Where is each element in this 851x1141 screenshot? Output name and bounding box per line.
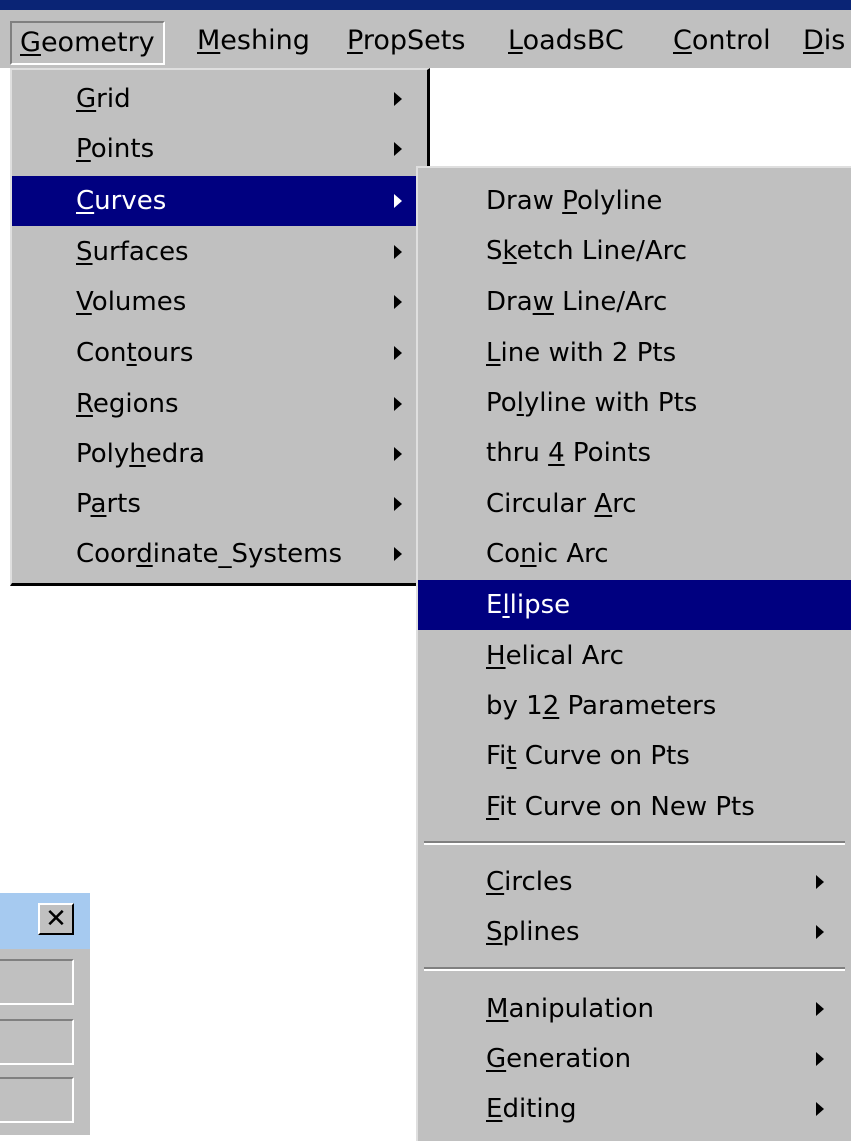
menu-item-points[interactable]: Points	[12, 124, 427, 174]
menu-loadsbc[interactable]: LoadsBC	[508, 21, 624, 61]
menu-item-draw-line-arc[interactable]: Draw Line/Arc	[418, 277, 851, 327]
menu-item-fit-curve-on-new-pts[interactable]: Fit Curve on New Pts	[418, 782, 851, 832]
menu-item-splines[interactable]: Splines	[418, 907, 851, 957]
submenu-arrow-icon	[816, 1102, 824, 1116]
menu-item-conic-arc[interactable]: Conic Arc	[418, 529, 851, 579]
window-title-bar	[0, 0, 851, 10]
menu-item-polyline-with-pts[interactable]: Polyline with Pts	[418, 378, 851, 428]
menu-separator	[424, 967, 845, 971]
menu-item-contours[interactable]: Contours	[12, 328, 427, 378]
menu-separator	[424, 841, 845, 845]
submenu-arrow-icon	[394, 245, 402, 259]
close-icon[interactable]: ✕	[38, 903, 74, 935]
menu-item-thru-4-points[interactable]: thru 4 Points	[418, 428, 851, 478]
menu-item-surfaces[interactable]: Surfaces	[12, 227, 427, 277]
dialog-title-bar: ✕	[0, 893, 90, 949]
dialog-field[interactable]	[0, 1019, 74, 1065]
menu-item-curves[interactable]: Curves	[12, 176, 427, 226]
menu-item-circles[interactable]: Circles	[418, 857, 851, 907]
menu-item-sketch-line-arc[interactable]: Sketch Line/Arc	[418, 226, 851, 276]
curves-submenu: Draw Polyline Sketch Line/Arc Draw Line/…	[416, 166, 851, 1141]
menu-item-line-with-2-pts[interactable]: Line with 2 Pts	[418, 328, 851, 378]
menu-item-draw-polyline[interactable]: Draw Polyline	[418, 176, 851, 226]
submenu-arrow-icon	[394, 92, 402, 106]
menu-item-manipulation[interactable]: Manipulation	[418, 984, 851, 1034]
menu-item-fit-curve-on-pts[interactable]: Fit Curve on Pts	[418, 731, 851, 781]
menu-bar: Geometry Meshing PropSets LoadsBC Contro…	[0, 10, 851, 70]
submenu-arrow-icon	[394, 295, 402, 309]
menu-item-polyhedra[interactable]: Polyhedra	[12, 429, 427, 479]
menu-control[interactable]: Control	[673, 21, 771, 61]
dialog-field[interactable]	[0, 1077, 74, 1123]
menu-item-volumes[interactable]: Volumes	[12, 277, 427, 327]
menu-meshing[interactable]: Meshing	[197, 21, 310, 61]
menu-item-ellipse[interactable]: Ellipse	[418, 580, 851, 630]
submenu-arrow-icon	[816, 1002, 824, 1016]
submenu-arrow-icon	[394, 447, 402, 461]
submenu-arrow-icon	[816, 1052, 824, 1066]
submenu-arrow-icon	[394, 142, 402, 156]
submenu-arrow-icon	[394, 547, 402, 561]
menu-item-coordinate-systems[interactable]: Coordinate_Systems	[12, 529, 427, 579]
menu-item-parts[interactable]: Parts	[12, 479, 427, 529]
menu-item-grid[interactable]: Grid	[12, 74, 427, 124]
menu-geometry[interactable]: Geometry	[10, 21, 165, 65]
menu-item-editing[interactable]: Editing	[418, 1084, 851, 1134]
menu-item-by-12-parameters[interactable]: by 12 Parameters	[418, 681, 851, 731]
submenu-arrow-icon	[816, 925, 824, 939]
submenu-arrow-icon	[394, 194, 402, 208]
submenu-arrow-icon	[394, 497, 402, 511]
menu-item-helical-arc[interactable]: Helical Arc	[418, 631, 851, 681]
menu-item-regions[interactable]: Regions	[12, 379, 427, 429]
geometry-dropdown: Grid Points Curves Surfaces Volumes Cont…	[10, 68, 430, 586]
submenu-arrow-icon	[394, 346, 402, 360]
dialog-field[interactable]	[0, 959, 74, 1005]
submenu-arrow-icon	[394, 397, 402, 411]
submenu-arrow-icon	[816, 875, 824, 889]
menu-display[interactable]: Dis	[803, 21, 845, 61]
menu-item-generation[interactable]: Generation	[418, 1034, 851, 1084]
dialog-body	[0, 949, 90, 1135]
menu-propsets[interactable]: PropSets	[347, 21, 465, 61]
menu-item-circular-arc[interactable]: Circular Arc	[418, 479, 851, 529]
